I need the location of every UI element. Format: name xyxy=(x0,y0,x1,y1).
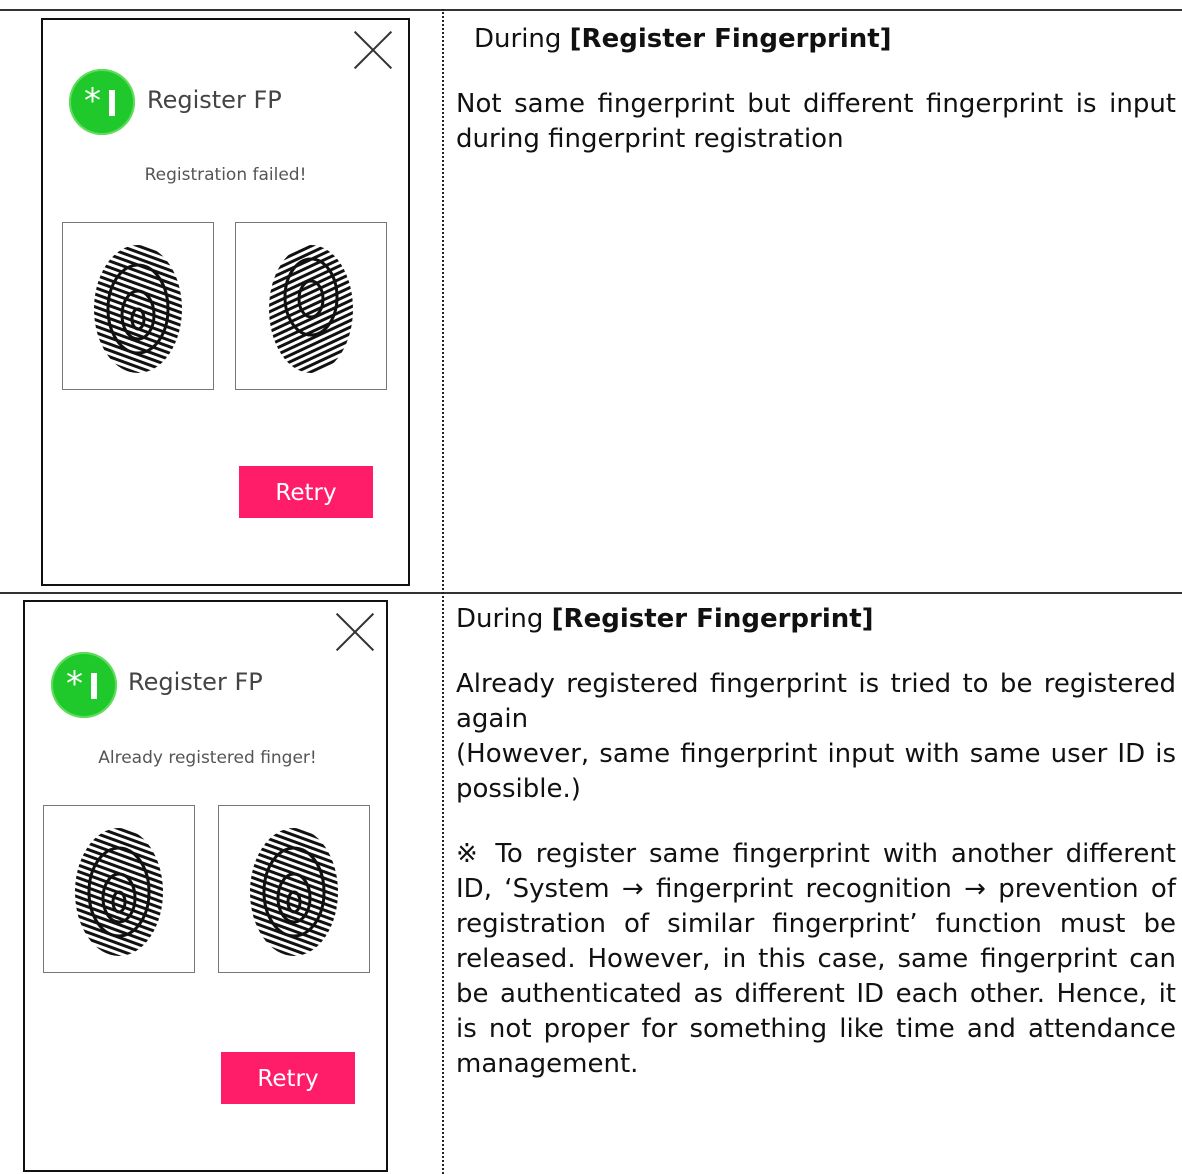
close-icon[interactable] xyxy=(353,30,393,70)
status-message: Already registered finger! xyxy=(98,748,317,768)
fingerprint-image-first xyxy=(43,805,195,973)
device-screen-already-registered: * Register FP Already registered finger! xyxy=(23,600,388,1172)
retry-button[interactable]: Retry xyxy=(239,466,373,518)
description-heading: During [Register Fingerprint] xyxy=(456,604,874,634)
table-row-divider xyxy=(0,592,1182,594)
fingerprint-image-second xyxy=(235,222,387,390)
fingerprint-icon xyxy=(75,828,163,956)
fingerprint-image-first xyxy=(62,222,214,390)
description-row-2: During [Register Fingerprint] Already re… xyxy=(456,602,1176,1082)
status-message: Registration failed! xyxy=(144,165,307,185)
table-top-border xyxy=(0,9,1182,11)
heading-bold: [Register Fingerprint] xyxy=(569,24,892,54)
device-screen-registration-failed: * Register FP Registration failed! Retry xyxy=(41,18,410,586)
fingerprint-icon xyxy=(269,245,353,373)
register-fp-app-icon: * xyxy=(51,652,117,718)
description-warning: ※ To register same fingerprint with anot… xyxy=(456,839,1176,1079)
description-row-1: During [Register Fingerprint] Not same f… xyxy=(456,22,1176,157)
fingerprint-icon xyxy=(250,828,338,956)
close-icon[interactable] xyxy=(335,612,375,652)
description-note: (However, same fingerprint input with sa… xyxy=(456,739,1176,804)
heading-bold: [Register Fingerprint] xyxy=(551,604,874,634)
screen-title: Register FP xyxy=(147,86,282,114)
fingerprint-image-second xyxy=(218,805,370,973)
register-fp-app-icon: * xyxy=(69,69,135,135)
screen-title: Register FP xyxy=(128,668,263,696)
fingerprint-icon xyxy=(94,245,182,373)
description-paragraph: Not same fingerprint but different finge… xyxy=(456,89,1176,154)
description-heading: During [Register Fingerprint] xyxy=(474,24,892,54)
retry-button[interactable]: Retry xyxy=(221,1052,355,1104)
description-paragraph: Already registered fingerprint is tried … xyxy=(456,669,1176,734)
table-column-divider xyxy=(442,9,444,1174)
